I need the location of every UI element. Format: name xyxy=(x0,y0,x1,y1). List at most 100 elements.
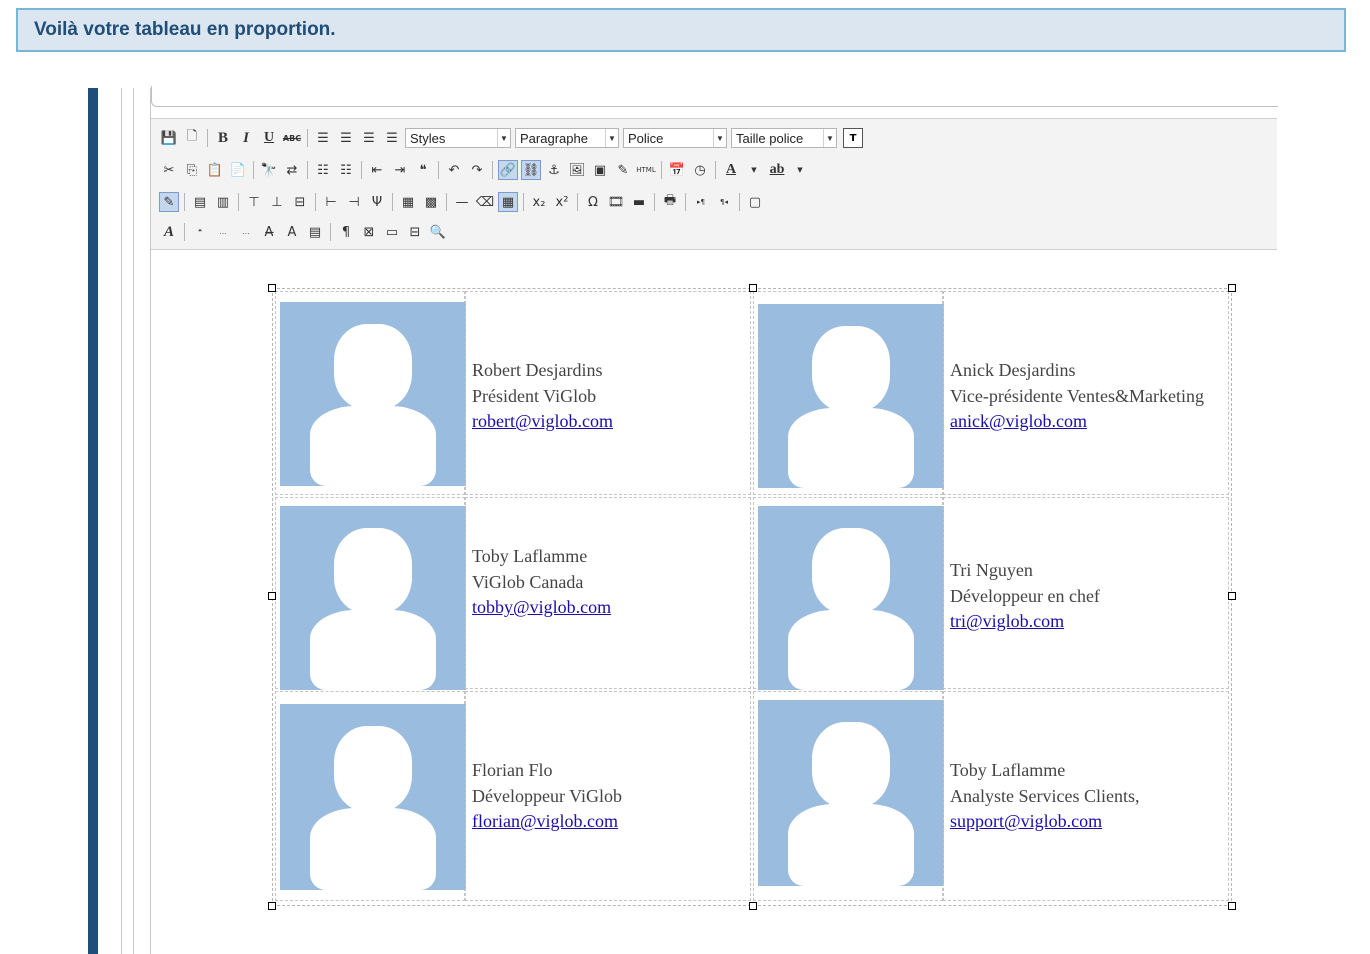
undo-icon[interactable]: ↶ xyxy=(444,160,464,180)
photo-cell[interactable] xyxy=(275,497,466,690)
row-props-icon[interactable]: ▤ xyxy=(190,192,210,212)
page-break-icon[interactable]: ⊟ xyxy=(405,222,425,242)
resize-handle[interactable] xyxy=(1228,902,1236,910)
anchor-icon[interactable]: ⚓ xyxy=(544,160,564,180)
bold-icon[interactable]: B xyxy=(213,128,233,148)
media-film-icon[interactable]: 🎞 xyxy=(606,192,626,212)
visual-chars-icon[interactable]: ¶ xyxy=(336,222,356,242)
resize-handle[interactable] xyxy=(268,902,276,910)
font-size-select[interactable]: Taille police ▼ xyxy=(731,128,837,148)
font-select[interactable]: Police ▼ xyxy=(623,128,727,148)
cut-icon[interactable]: ✂ xyxy=(159,160,179,180)
photo-cell[interactable] xyxy=(275,291,466,495)
subscript-icon[interactable]: x₂ xyxy=(529,192,549,212)
contact-email-link[interactable]: anick@viglob.com xyxy=(950,411,1087,431)
insert-col-after-icon[interactable]: ⊣ xyxy=(344,192,364,212)
insert-date-icon[interactable]: 📅 xyxy=(667,160,687,180)
find-icon[interactable]: 🔭 xyxy=(259,160,279,180)
hr-advanced-icon[interactable]: ▬ xyxy=(629,192,649,212)
styles-props-icon[interactable]: A xyxy=(159,222,179,242)
resize-handle[interactable] xyxy=(1228,592,1236,600)
redo-icon[interactable]: ↷ xyxy=(467,160,487,180)
info-cell[interactable]: Florian Flo Développeur ViGlob florian@v… xyxy=(465,691,751,901)
fullscreen-icon[interactable]: ▢ xyxy=(745,192,765,212)
contact-email-link[interactable]: tobby@viglob.com xyxy=(472,597,611,617)
paste-word-icon[interactable]: 📄 xyxy=(228,160,248,180)
contact-email-link[interactable]: tri@viglob.com xyxy=(950,611,1064,631)
align-left-icon[interactable]: ☰ xyxy=(313,128,333,148)
highlight-color-icon[interactable]: ab xyxy=(767,160,787,180)
italic-icon[interactable]: I xyxy=(236,128,256,148)
contact-email-link[interactable]: florian@viglob.com xyxy=(472,811,618,831)
unlink-icon[interactable]: ⛓ xyxy=(521,160,541,180)
chevron-down-icon[interactable]: ▼ xyxy=(744,160,764,180)
media-icon[interactable]: ▣ xyxy=(590,160,610,180)
bullet-list-icon[interactable]: ☷ xyxy=(313,160,333,180)
info-cell[interactable]: Robert Desjardins Président ViGlob rober… xyxy=(465,291,751,495)
contact-email-link[interactable]: support@viglob.com xyxy=(950,811,1102,831)
copy-icon[interactable]: ⎘ xyxy=(182,160,202,180)
table-icon[interactable]: ▦ xyxy=(498,192,518,212)
remove-format-icon[interactable]: ⌫ xyxy=(475,192,495,212)
ltr-icon[interactable]: ▸¶ xyxy=(691,192,711,212)
contact-email-link[interactable]: robert@viglob.com xyxy=(472,411,613,431)
photo-cell[interactable] xyxy=(753,497,944,690)
insert-row-after-icon[interactable]: ⊥ xyxy=(267,192,287,212)
info-cell[interactable]: Toby Laflamme Analyste Services Clients,… xyxy=(943,691,1229,901)
format-select[interactable]: Paragraphe ▼ xyxy=(515,128,619,148)
photo-cell[interactable] xyxy=(753,291,944,495)
info-cell[interactable]: Tri Nguyen Développeur en chef tri@viglo… xyxy=(943,497,1229,689)
html-source-icon[interactable]: HTML xyxy=(636,160,656,180)
blockquote-icon[interactable]: ❝ xyxy=(413,160,433,180)
underline-icon[interactable]: U xyxy=(259,128,279,148)
photo-cell[interactable] xyxy=(753,691,944,901)
photo-cell[interactable] xyxy=(275,691,466,901)
resize-handle[interactable] xyxy=(1228,284,1236,292)
split-cells-icon[interactable]: ▦ xyxy=(398,192,418,212)
resize-handle[interactable] xyxy=(749,902,757,910)
resize-handle[interactable] xyxy=(268,284,276,292)
special-char-icon[interactable]: Ω xyxy=(583,192,603,212)
abbr-icon[interactable]: … xyxy=(213,222,233,242)
delete-row-icon[interactable]: ⊟ xyxy=(290,192,310,212)
cleanup-icon[interactable]: ✎ xyxy=(613,160,633,180)
nonbreaking-icon[interactable]: ⊠ xyxy=(359,222,379,242)
print-icon[interactable]: 🖶 xyxy=(660,192,680,212)
delete-col-icon[interactable]: Ψ xyxy=(367,192,387,212)
contacts-table[interactable]: Robert Desjardins Président ViGlob rober… xyxy=(272,288,1232,906)
info-cell[interactable]: Toby Laflamme ViGlob Canada tobby@viglob… xyxy=(465,497,751,689)
new-page-icon[interactable]: 🗋 xyxy=(182,128,202,148)
merge-cells-icon[interactable]: ▩ xyxy=(421,192,441,212)
edit-css-icon[interactable]: ✎ xyxy=(159,192,179,212)
template-icon[interactable]: ▭ xyxy=(382,222,402,242)
align-center-icon[interactable]: ☰ xyxy=(336,128,356,148)
insert-row-before-icon[interactable]: ⊤ xyxy=(244,192,264,212)
replace-icon[interactable]: ⇄ xyxy=(282,160,302,180)
insert-text-icon[interactable]: A xyxy=(282,222,302,242)
horizontal-rule-icon[interactable]: — xyxy=(452,192,472,212)
text-color-icon[interactable]: A xyxy=(721,160,741,180)
numbered-list-icon[interactable]: ☷ xyxy=(336,160,356,180)
align-justify-icon[interactable]: ☰ xyxy=(382,128,402,148)
preview-icon[interactable]: 🔍 xyxy=(428,222,448,242)
remove-format-icon[interactable]: T xyxy=(843,128,863,148)
strikethrough-icon[interactable]: ABC xyxy=(282,128,302,148)
outdent-icon[interactable]: ⇤ xyxy=(367,160,387,180)
align-right-icon[interactable]: ☰ xyxy=(359,128,379,148)
insert-col-before-icon[interactable]: ⊢ xyxy=(321,192,341,212)
cite-icon[interactable]: ❝ xyxy=(190,222,210,242)
styles-select[interactable]: Styles ▼ xyxy=(405,128,511,148)
paste-icon[interactable]: 📋 xyxy=(205,160,225,180)
superscript-icon[interactable]: x² xyxy=(552,192,572,212)
indent-icon[interactable]: ⇥ xyxy=(390,160,410,180)
chevron-down-icon[interactable]: ▼ xyxy=(790,160,810,180)
attributes-icon[interactable]: ▤ xyxy=(305,222,325,242)
link-icon[interactable]: 🔗 xyxy=(498,160,518,180)
insert-time-icon[interactable]: ◷ xyxy=(690,160,710,180)
strike-delete-icon[interactable]: A̶ xyxy=(259,222,279,242)
save-icon[interactable]: 💾 xyxy=(159,128,179,148)
cell-props-icon[interactable]: ▥ xyxy=(213,192,233,212)
rtl-icon[interactable]: ¶◂ xyxy=(714,192,734,212)
resize-handle[interactable] xyxy=(749,284,757,292)
resize-handle[interactable] xyxy=(268,592,276,600)
